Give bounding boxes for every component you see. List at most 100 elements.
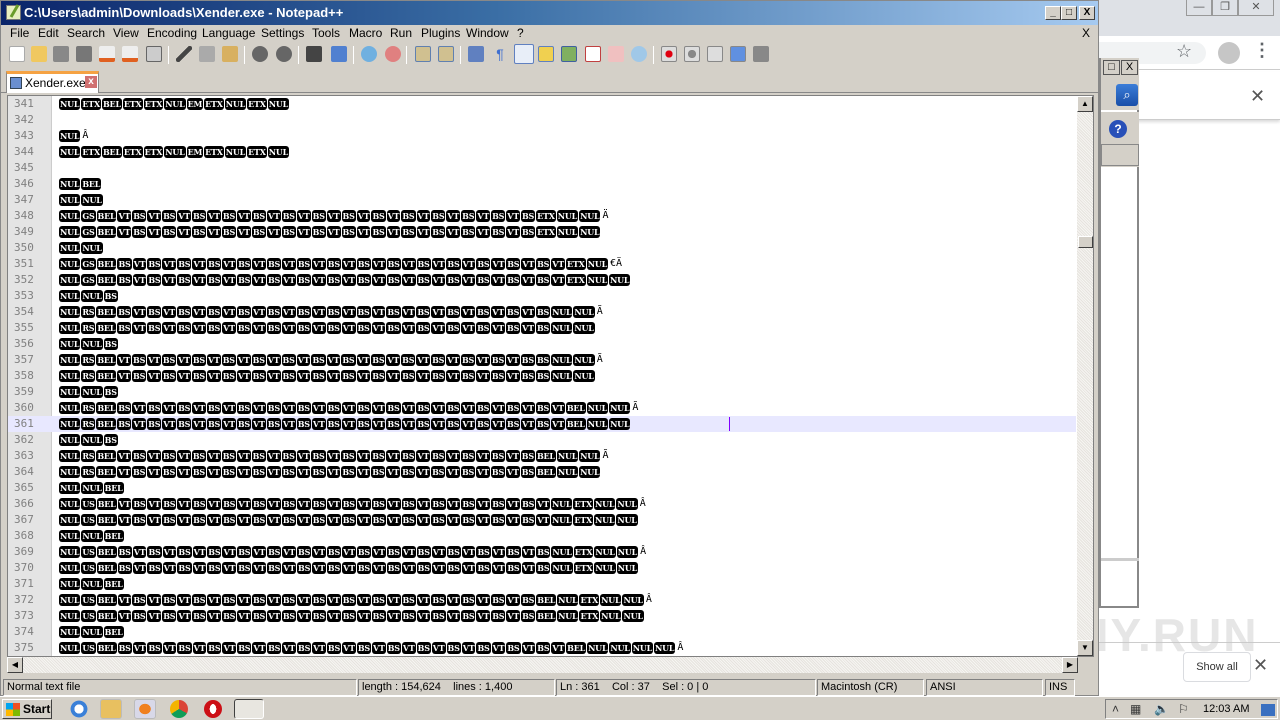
save-all-icon[interactable] (76, 46, 92, 62)
vertical-scrollbar[interactable]: ▲ ▼ (1077, 96, 1093, 656)
scroll-left-icon[interactable]: ◀ (7, 657, 23, 673)
notepadpp-taskbar-icon[interactable] (234, 699, 264, 719)
editor-line[interactable]: 357 NUL RS BEL VT BS VT BS VT BS VT BS VT BS VT BS VT BS V… (8, 352, 1076, 368)
zoom-in-icon[interactable] (361, 46, 377, 62)
replace-icon[interactable] (331, 46, 347, 62)
editor-line[interactable]: 369 NUL US BEL BS VT BS VT BS VT BS VT BS VT BS VT BS VT B… (8, 544, 1076, 560)
show-desktop-icon[interactable] (1261, 704, 1275, 716)
tab-xender-exe[interactable]: Xender.exe x (6, 71, 99, 93)
profile-avatar-icon[interactable] (1218, 42, 1240, 64)
find-icon[interactable] (306, 46, 322, 62)
menu-tools[interactable]: Tools (309, 26, 343, 40)
close-button[interactable]: X (1079, 6, 1095, 20)
editor-line[interactable]: 352 NUL GS BEL BS VT BS VT BS VT BS VT BS VT BS VT BS VT B… (8, 272, 1076, 288)
menu-file[interactable]: File (7, 26, 32, 40)
media-player-icon[interactable] (134, 699, 156, 719)
undo-icon[interactable] (252, 46, 268, 62)
macro-run-multiple-icon[interactable] (730, 46, 746, 62)
panel-maximize-button[interactable]: □ (1103, 60, 1120, 75)
cut-icon[interactable] (176, 46, 192, 62)
editor-line[interactable]: 371 NUL NUL BEL (8, 576, 1076, 592)
start-button[interactable]: Start (2, 699, 52, 719)
function-list-icon[interactable] (585, 46, 601, 62)
macro-play-icon[interactable] (707, 46, 723, 62)
print-icon[interactable] (146, 46, 162, 62)
panel-button[interactable] (1101, 144, 1139, 166)
menu-search[interactable]: Search (64, 26, 108, 40)
scroll-down-icon[interactable]: ▼ (1077, 640, 1093, 656)
editor-line[interactable]: 356 NUL NUL BS (8, 336, 1076, 352)
macro-stop-icon[interactable] (684, 46, 700, 62)
monitoring-icon[interactable] (631, 46, 647, 62)
editor-line[interactable]: 360 NUL RS BEL BS VT BS VT BS VT BS VT BS VT BS VT BS VT B… (8, 400, 1076, 416)
clock[interactable]: 12:03 AM (1203, 703, 1249, 715)
word-wrap-icon[interactable] (468, 46, 484, 62)
chrome-close-button[interactable]: ✕ (1238, 0, 1274, 16)
tray-expand-icon[interactable]: ˄ (1112, 702, 1119, 716)
editor-line[interactable]: 367 NUL US BEL VT BS VT BS VT BS VT BS VT BS VT BS VT BS V… (8, 512, 1076, 528)
maximize-button[interactable]: □ (1061, 6, 1077, 20)
editor-line[interactable]: 343 NUL Â (8, 128, 1076, 144)
text-editor[interactable]: 341 NUL ETX BEL ETX ETX NUL EM ETX NUL ETX NUL 342 34… (7, 95, 1094, 657)
close-all-icon[interactable] (122, 46, 138, 62)
sync-horizontal-icon[interactable] (438, 46, 454, 62)
open-file-icon[interactable] (31, 46, 47, 62)
editor-line[interactable]: 375 NUL US BEL BS VT BS VT BS VT BS VT BS VT BS VT BS VT B… (8, 640, 1076, 656)
editor-line[interactable]: 364 NUL RS BEL VT BS VT BS VT BS VT BS VT BS VT BS VT BS V… (8, 464, 1076, 480)
internet-explorer-icon[interactable] (68, 699, 90, 719)
editor-line[interactable]: 353 NUL NUL BS (8, 288, 1076, 304)
minimize-button[interactable]: _ (1045, 6, 1061, 20)
chrome-minimize-button[interactable]: — (1186, 0, 1212, 16)
vertical-scroll-thumb[interactable] (1078, 235, 1093, 248)
menu-language[interactable]: Language (199, 26, 258, 40)
editor-line[interactable]: 365 NUL NUL BEL (8, 480, 1076, 496)
folder-workspace-icon[interactable] (608, 46, 624, 62)
editor-line[interactable]: 354 NUL RS BEL BS VT BS VT BS VT BS VT BS VT BS VT BS VT B… (8, 304, 1076, 320)
tab-close-icon[interactable]: x (85, 76, 97, 88)
save-icon[interactable] (53, 46, 69, 62)
user-lang-icon[interactable] (538, 46, 554, 62)
close-document-button[interactable]: X (1082, 26, 1090, 40)
editor-line[interactable]: 349 NUL GS BEL VT BS VT BS VT BS VT BS VT BS VT BS VT BS V… (8, 224, 1076, 240)
scroll-right-icon[interactable]: ▶ (1062, 657, 1078, 673)
editor-line[interactable]: 348 NUL GS BEL VT BS VT BS VT BS VT BS VT BS VT BS VT BS V… (8, 208, 1076, 224)
menu-plugins[interactable]: Plugins (418, 26, 463, 40)
help-icon[interactable]: ? (1109, 120, 1127, 138)
editor-line[interactable]: 341 NUL ETX BEL ETX ETX NUL EM ETX NUL ETX NUL (8, 96, 1076, 112)
editor-line[interactable]: 362 NUL NUL BS (8, 432, 1076, 448)
menu-macro[interactable]: Macro (346, 26, 385, 40)
volume-icon[interactable]: 🔈 (1154, 702, 1169, 716)
editor-line[interactable]: 366 NUL US BEL VT BS VT BS VT BS VT BS VT BS VT BS VT BS V… (8, 496, 1076, 512)
menu-window[interactable]: Window (463, 26, 512, 40)
chrome-icon[interactable] (170, 700, 188, 718)
file-explorer-icon[interactable] (100, 699, 122, 719)
editor-line[interactable]: 351 NUL GS BEL BS VT BS VT BS VT BS VT BS VT BS VT BS VT B… (8, 256, 1076, 272)
editor-line[interactable]: 347 NUL NUL (8, 192, 1076, 208)
editor-line[interactable]: 361 NUL RS BEL BS VT BS VT BS VT BS VT BS VT BS VT BS VT B… (8, 416, 1076, 432)
editor-line[interactable]: 344 NUL ETX BEL ETX ETX NUL EM ETX NUL ETX NUL (8, 144, 1076, 160)
redo-icon[interactable] (276, 46, 292, 62)
sync-vertical-icon[interactable] (415, 46, 431, 62)
show-all-chars-icon[interactable]: ¶ (492, 46, 508, 62)
menu-help[interactable]: ? (514, 26, 527, 40)
editor-line[interactable]: 374 NUL NUL BEL (8, 624, 1076, 640)
editor-line[interactable]: 368 NUL NUL BEL (8, 528, 1076, 544)
doc-map-icon[interactable] (561, 46, 577, 62)
paste-icon[interactable] (222, 46, 238, 62)
chrome-menu-icon[interactable]: ⋮ (1253, 40, 1271, 61)
menu-settings[interactable]: Settings (258, 26, 307, 40)
network-warning-icon[interactable]: ▦ (1130, 702, 1141, 716)
chrome-restore-button[interactable]: ❐ (1212, 0, 1238, 16)
action-center-flag-icon[interactable]: ⚐ (1178, 702, 1189, 716)
scroll-up-icon[interactable]: ▲ (1077, 96, 1093, 112)
editor-line[interactable]: 342 (8, 112, 1076, 128)
indent-guide-icon[interactable] (514, 44, 534, 64)
editor-line[interactable]: 358 NUL RS BEL VT BS VT BS VT BS VT BS VT BS VT BS VT BS V… (8, 368, 1076, 384)
editor-line[interactable]: 355 NUL RS BEL BS VT BS VT BS VT BS VT BS VT BS VT BS VT B… (8, 320, 1076, 336)
editor-line[interactable]: 373 NUL US BEL VT BS VT BS VT BS VT BS VT BS VT BS VT BS V… (8, 608, 1076, 624)
macro-save-icon[interactable] (753, 46, 769, 62)
menu-run[interactable]: Run (387, 26, 415, 40)
editor-line[interactable]: 363 NUL RS BEL VT BS VT BS VT BS VT BS VT BS VT BS VT BS V… (8, 448, 1076, 464)
menu-edit[interactable]: Edit (35, 26, 62, 40)
search-icon[interactable]: ⌕ (1116, 84, 1138, 106)
